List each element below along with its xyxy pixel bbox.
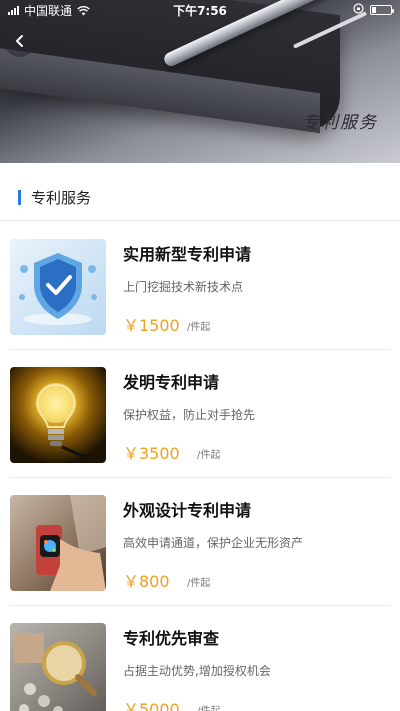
chevron-left-icon: [16, 35, 23, 47]
service-desc: 占据主动优势,增加授权机会: [123, 664, 271, 678]
service-item-invention[interactable]: 发明专利申请 保护权益，防止对手抢先 ￥3500 /件起: [10, 350, 390, 478]
service-desc: 高效申请通道，保护企业无形资产: [123, 536, 304, 550]
service-name: 发明专利申请: [123, 373, 220, 392]
service-price: ￥800: [123, 572, 170, 591]
service-list: 实用新型专利申请 上门挖掘技术新技术点 ￥1500 /件起 发明专利申请 保护权…: [0, 222, 400, 711]
smartwatch-icon: [10, 495, 106, 591]
section-title: 专利服务: [31, 189, 92, 207]
service-unit: /件起: [197, 702, 220, 711]
service-unit: /件起: [187, 578, 211, 589]
service-item-priority-review[interactable]: 专利优先审查 占据主动优势,增加授权机会 ￥5000 /件起: [10, 606, 390, 711]
service-name: 外观设计专利申请: [123, 501, 252, 520]
service-unit: /件起: [197, 450, 221, 461]
status-bar: 中国联通 下午7:56: [0, 0, 400, 20]
section-accent-bar: [18, 190, 21, 205]
service-desc: 保护权益，防止对手抢先: [123, 408, 256, 422]
battery-icon: [370, 5, 394, 15]
section-header: 专利服务: [0, 175, 400, 221]
back-button[interactable]: [4, 25, 36, 57]
service-price: ￥3500: [123, 444, 180, 463]
service-desc: 上门挖掘技术新技术点: [123, 280, 244, 294]
service-item-utility-model[interactable]: 实用新型专利申请 上门挖掘技术新技术点 ￥1500 /件起: [10, 222, 390, 350]
status-time: 下午7:56: [173, 3, 227, 18]
hero-banner: 专利服务: [0, 0, 400, 163]
service-item-design[interactable]: 外观设计专利申请 高效申请通道，保护企业无形资产 ￥800 /件起: [10, 478, 390, 606]
service-name: 专利优先审查: [123, 629, 220, 648]
lightbulb-icon: [10, 367, 106, 463]
magnifier-icon: [10, 623, 106, 711]
hero-title: 专利服务: [302, 113, 378, 133]
service-price: ￥1500: [123, 316, 180, 335]
service-name: 实用新型专利申请: [123, 245, 252, 264]
shield-check-icon: [10, 239, 106, 335]
service-unit: /件起: [187, 322, 211, 333]
service-price: ￥5000: [123, 700, 180, 711]
